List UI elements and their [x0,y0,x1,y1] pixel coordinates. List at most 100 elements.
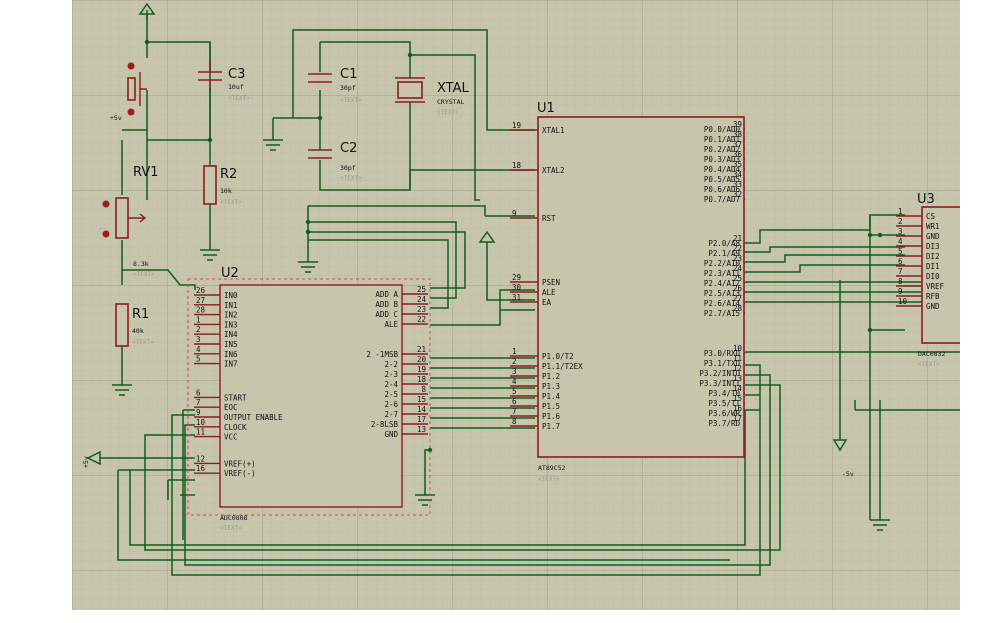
u3-part: DAC0832 [918,350,945,358]
r2-text-placeholder: <TEXT> [220,199,242,206]
r1-ref: R1 [132,307,149,322]
pin-name: P1.5 [542,402,560,411]
pin-name: 2 -1MSB [366,350,398,359]
pin-name: P1.3 [542,382,560,391]
pin-name: P2.7/A15 [704,309,740,318]
u3-text-placeholder: <TEXT> [918,361,940,368]
c3-value: 10uf [228,83,244,91]
pin-number: 3 [196,335,201,344]
pin-name: VREF(-) [224,469,256,478]
rv1-ref: RV1 [133,165,159,180]
pin-number: 19 [512,121,521,130]
r2-ref: R2 [220,167,237,182]
pin-name: PSEN [542,278,560,287]
c2-ref: C2 [340,141,357,156]
pin-number: 5 [512,387,517,396]
pin-number: 7 [898,267,903,276]
pin-name: VREF(+) [224,459,256,468]
chip-u2[interactable]: U2 26IN027IN128IN21IN32IN43IN54IN65IN76S… [187,266,431,532]
pin-number: 14 [417,405,427,414]
pin-name: XTAL2 [542,166,565,175]
u1-right-pins: 39P0.0/AD038P0.1/AD137P0.2/AD236P0.3/AD3… [699,120,745,428]
pin-name: P1.0/T2 [542,352,574,361]
pin-name: 2-5 [384,390,398,399]
pin-number: 28 [196,306,206,315]
pin-name: 2-4 [384,380,398,389]
pin-number: 7 [512,407,517,416]
pin-number: 8 [512,417,517,426]
pin-name: ALE [542,288,556,297]
pin-name: P1.4 [542,392,561,401]
pin-number: 9 [512,209,517,218]
rv1-value: 8.3k [133,260,149,268]
u2-part: ADC0808 [220,514,247,522]
pin-name: P0.7/AD7 [704,195,740,204]
pin-name: IN4 [224,330,238,339]
pin-number: 6 [898,257,903,266]
pin-name: P3.7/RD [708,419,740,428]
pin-name: IN3 [224,320,238,329]
c1-value: 30pf [340,84,356,92]
pin-name: ADD C [375,310,398,319]
c2-value: 30pf [340,164,356,172]
chip-u1[interactable]: U1 19 XTAL1 18 XTAL2 9 RST 29 PSEN 30 ALE 31 EA 1 P1.… [510,101,745,483]
schematic-sheet[interactable]: C3 10uf <TEXT> R2 10k <TEXT> C1 30pf <TE… [72,0,960,610]
pin-number: 13 [417,425,426,434]
pin-name: WR1 [926,222,940,231]
supply-label-plus5v-top: +5v [110,114,122,122]
pin-name: START [224,393,247,402]
pin-number: 10 [898,297,908,306]
pin-name: OUTPUT ENABLE [224,413,283,422]
pin-name: IN2 [224,311,238,320]
pin-name: P1.6 [542,412,561,421]
pin-number: 6 [512,397,517,406]
c1-text-placeholder: <TEXT> [340,97,362,104]
schematic-canvas[interactable]: C3 10uf <TEXT> R2 10k <TEXT> C1 30pf <TE… [72,0,960,610]
u1-ref: U1 [537,101,555,116]
pin-name: ALE [384,320,398,329]
pin-name: DI0 [926,272,940,281]
pin-number: 30 [512,283,522,292]
pin-number: 9 [898,287,903,296]
u2-text-placeholder: <TEXT> [220,525,242,532]
pin-number: 1 [898,207,903,216]
c3-ref: C3 [228,67,245,82]
pin-number: 5 [196,355,201,364]
pin-number: 2 [512,357,517,366]
pin-name: RST [542,214,556,223]
pin-number: 24 [417,295,427,304]
pin-number: 22 [417,315,426,324]
pin-number: 8 [898,277,903,286]
pin-number: 29 [512,273,521,282]
u3-ref: U3 [917,192,935,207]
pin-name: 2-7 [384,410,398,419]
pin-number: 4 [512,377,517,386]
pin-number: 2 [898,217,903,226]
pin-number: 7 [196,398,201,407]
pin-number: 26 [196,286,206,295]
c3-text-placeholder: <TEXT> [228,95,250,102]
pin-name: XTAL1 [542,126,565,135]
pin-name: P1.1/T2EX [542,362,583,371]
pin-number: 11 [196,428,205,437]
pin-number: 20 [417,355,427,364]
r1-value: 40k [132,327,144,335]
pin-name: RFB [926,292,940,301]
pin-number: 25 [417,285,426,294]
u1-part: AT89C52 [538,464,565,472]
xtal-value: CRYSTAL [437,98,464,106]
pin-number: 31 [512,293,521,302]
pin-number: 21 [417,345,426,354]
pin-number: 15 [417,395,426,404]
pin-name: CS [926,212,936,221]
pin-name: P1.7 [542,422,560,431]
pin-number: 10 [196,418,206,427]
pin-name: IN1 [224,301,238,310]
u1-text-placeholder: <TEXT> [538,476,560,483]
c2-text-placeholder: <TEXT> [340,175,362,182]
xtal-text-placeholder: <TEXT> [437,109,459,116]
pin-name: DI2 [926,252,940,261]
pin-name: 2-6 [384,400,398,409]
supply-label-plus5v-left: +5v [82,456,90,468]
pin-name: VCC [224,433,238,442]
